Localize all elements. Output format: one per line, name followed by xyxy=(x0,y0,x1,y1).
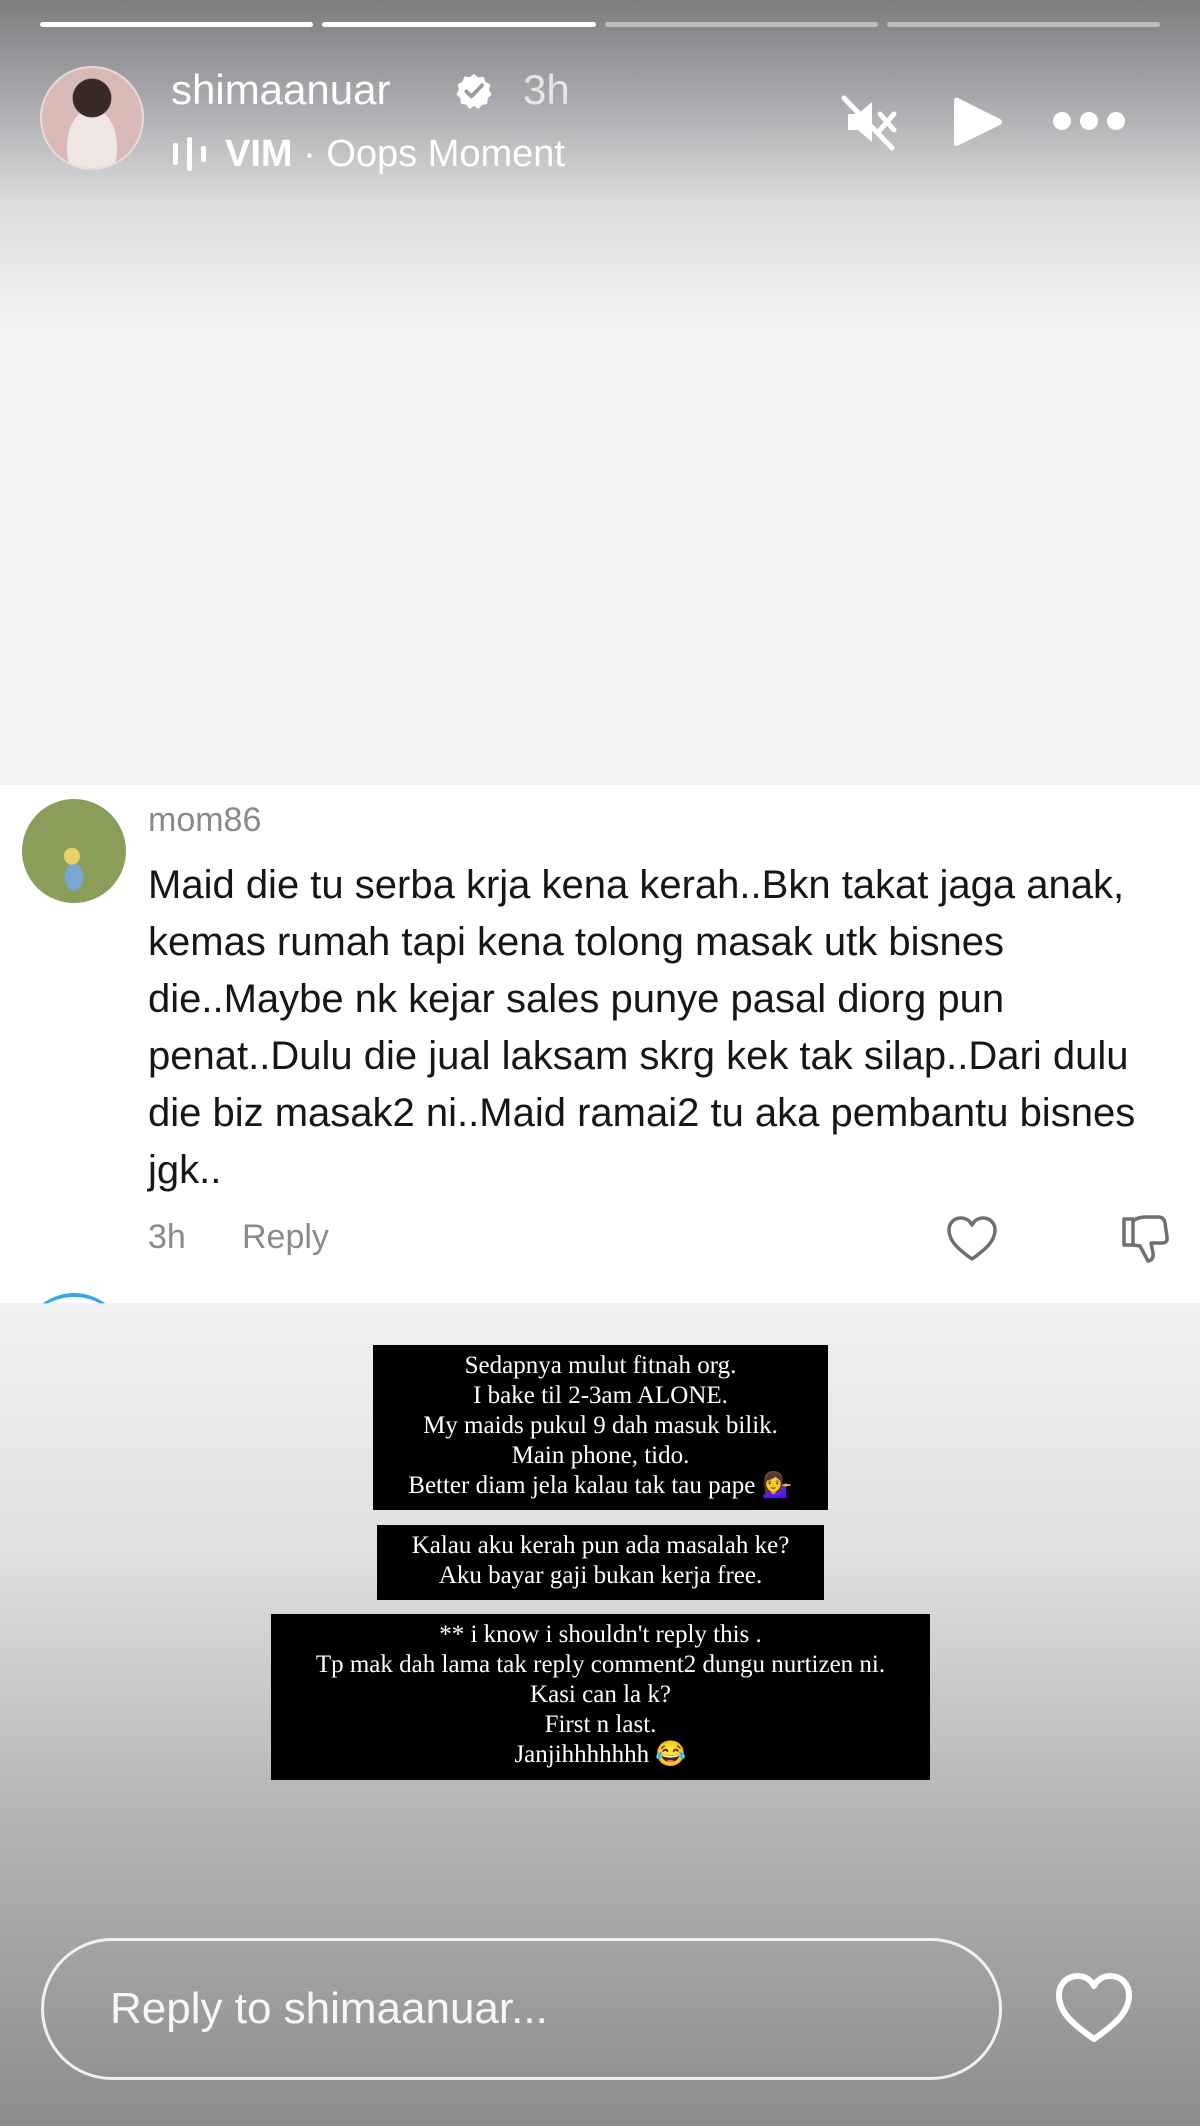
story-text-box: ** i know i shouldn't reply this . Tp ma… xyxy=(271,1614,930,1780)
music-artist: VIM xyxy=(225,132,293,175)
story-text-line: Sedapnya mulut fitnah org. xyxy=(464,1352,737,1379)
progress-segment xyxy=(322,22,596,27)
more-icon[interactable] xyxy=(1050,108,1128,134)
story-progress-bar xyxy=(40,22,1160,27)
story-text-line: Main phone, tido. xyxy=(511,1442,690,1469)
comment-text: Maid die tu serba krja kena kerah..Bkn t… xyxy=(148,863,1136,1192)
avatar[interactable] xyxy=(40,66,144,170)
commenter-avatar[interactable] xyxy=(22,799,126,903)
story-text-box: Sedapnya mulut fitnah org. I bake til 2-… xyxy=(373,1345,828,1510)
comment-card: mom86 Maid die tu serba krja kena kerah.… xyxy=(0,785,1200,1303)
muted-speaker-icon[interactable] xyxy=(840,92,900,152)
story-text-line: My maids pukul 9 dah masuk bilik. xyxy=(423,1412,778,1439)
story-text-line: Better diam jela kalau tak tau pape 💁‍♀️ xyxy=(408,1472,793,1499)
story-text-line: Janjihhhhhhh 😂 xyxy=(514,1741,687,1768)
music-separator: · xyxy=(292,132,327,175)
story-text-line: I bake til 2-3am ALONE. xyxy=(473,1382,728,1409)
play-icon[interactable] xyxy=(952,94,1004,150)
commenter-username[interactable]: mom86 xyxy=(148,801,261,840)
audio-bars-icon xyxy=(173,137,206,171)
story-text-line: Tp mak dah lama tak reply comment2 dungu… xyxy=(315,1651,886,1678)
story-text-line: First n last. xyxy=(544,1711,657,1738)
story-text-line: Kasi can la k? xyxy=(530,1681,671,1708)
story-text-line: ** i know i shouldn't reply this . xyxy=(439,1621,762,1648)
music-title: Oops Moment xyxy=(326,132,565,175)
story-time: 3h xyxy=(523,66,570,113)
progress-segment xyxy=(40,22,314,27)
story-text-line: Aku bayar gaji bukan kerja free. xyxy=(438,1562,763,1589)
progress-segment xyxy=(604,22,878,27)
comment-time: 3h xyxy=(148,1218,186,1256)
story-text-line: Kalau aku kerah pun ada masalah ke? xyxy=(411,1532,790,1559)
reply-input[interactable] xyxy=(41,1938,1002,2080)
verified-badge-icon xyxy=(456,73,492,110)
story-text-box: Kalau aku kerah pun ada masalah ke? Aku … xyxy=(377,1525,824,1600)
comment-reply-button[interactable]: Reply xyxy=(242,1218,329,1257)
music-attribution[interactable]: VIM · Oops Moment xyxy=(171,132,565,176)
heart-outline-icon[interactable] xyxy=(946,1215,998,1263)
heart-icon[interactable] xyxy=(1054,1971,1134,2045)
username[interactable]: shimaanuar xyxy=(171,66,390,114)
progress-segment xyxy=(886,22,1160,27)
thumbs-down-icon[interactable] xyxy=(1118,1213,1170,1265)
story-header: shimaanuar 3h VIM · Oops Moment xyxy=(40,64,1160,176)
